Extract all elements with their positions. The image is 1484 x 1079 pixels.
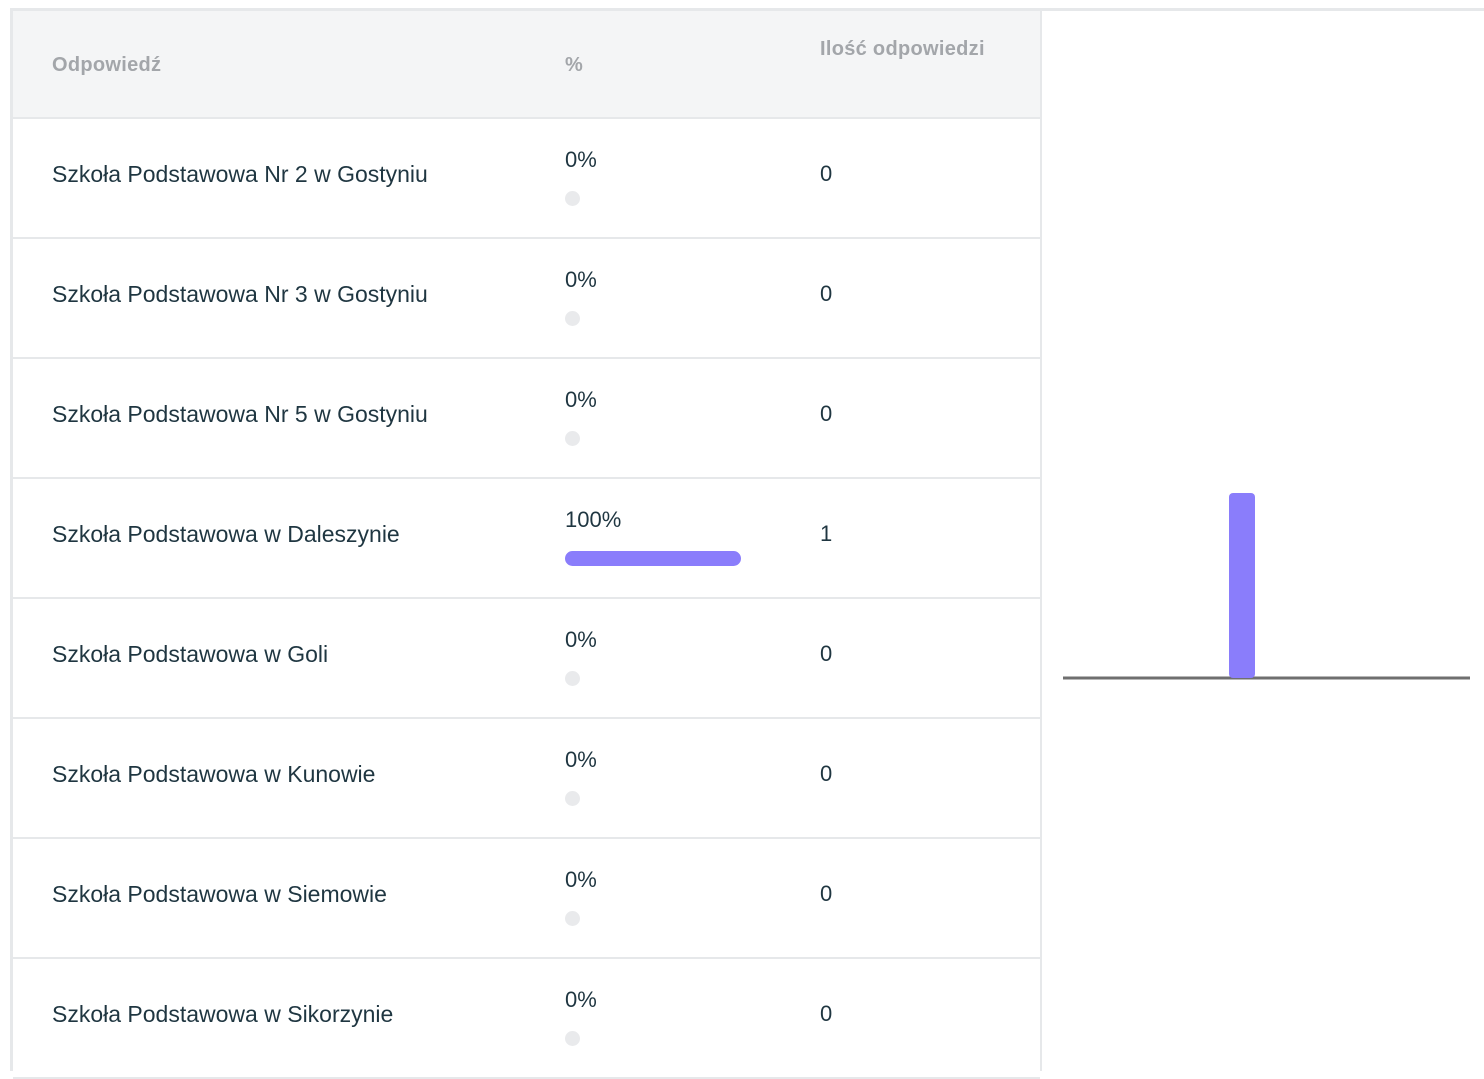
- table-header: Odpowiedź % Ilość odpowiedzi: [13, 11, 1040, 119]
- answer-label: Szkoła Podstawowa w Sikorzynie: [52, 1001, 394, 1027]
- count-value: 0: [820, 761, 833, 786]
- percent-bar: [565, 551, 741, 566]
- percent-bar-fill: [565, 431, 580, 446]
- results-chart: [1042, 11, 1484, 1071]
- count-value: 1: [820, 521, 833, 546]
- answer-label: Szkoła Podstawowa Nr 3 w Gostyniu: [52, 281, 428, 307]
- answer-label: Szkoła Podstawowa w Kunowie: [52, 761, 376, 787]
- percent-bar-fill: [565, 1031, 580, 1046]
- header-answer: Odpowiedź: [52, 54, 162, 76]
- percent-bar: [565, 671, 741, 686]
- header-percent: %: [565, 54, 584, 76]
- header-count: Ilość odpowiedzi: [820, 38, 985, 60]
- count-value: 0: [820, 401, 833, 426]
- count-value: 0: [820, 881, 833, 906]
- percent-bar: [565, 911, 741, 926]
- percent-bar-fill: [565, 311, 580, 326]
- percent-bar: [565, 791, 741, 806]
- percent-bar-fill: [565, 791, 580, 806]
- count-value: 0: [820, 641, 833, 666]
- table-row: Szkoła Podstawowa Nr 3 w Gostyniu 0% 0: [13, 239, 1040, 359]
- percent-label: 0%: [565, 387, 597, 412]
- table-row: Szkoła Podstawowa w Daleszynie 100% 1: [13, 479, 1040, 599]
- answer-label: Szkoła Podstawowa Nr 5 w Gostyniu: [52, 401, 428, 427]
- percent-bar: [565, 311, 741, 326]
- percent-label: 100%: [565, 507, 622, 532]
- answer-label: Szkoła Podstawowa w Goli: [52, 641, 329, 667]
- answer-label: Szkoła Podstawowa w Siemowie: [52, 881, 387, 907]
- percent-bar: [565, 191, 741, 206]
- percent-bar-fill: [565, 191, 580, 206]
- table-row: Szkoła Podstawowa w Goli 0% 0: [13, 599, 1040, 719]
- percent-bar-fill: [565, 671, 580, 686]
- percent-label: 0%: [565, 147, 597, 172]
- table-row: Szkoła Podstawowa w Kunowie 0% 0: [13, 719, 1040, 839]
- percent-label: 0%: [565, 627, 597, 652]
- percent-bar-fill: [565, 911, 580, 926]
- table-row: Szkoła Podstawowa w Siemowie 0% 0: [13, 839, 1040, 959]
- percent-label: 0%: [565, 747, 597, 772]
- percent-label: 0%: [565, 867, 597, 892]
- bar-chart: [1063, 493, 1470, 680]
- percent-bar: [565, 431, 741, 446]
- percent-bar-fill: [565, 551, 741, 566]
- count-value: 0: [820, 1001, 833, 1026]
- chart-bar: [1229, 493, 1255, 678]
- answer-label: Szkoła Podstawowa Nr 2 w Gostyniu: [52, 161, 428, 187]
- table-row: Szkoła Podstawowa Nr 5 w Gostyniu 0% 0: [13, 359, 1040, 479]
- table-row: Szkoła Podstawowa w Sikorzynie 0% 0: [13, 959, 1040, 1079]
- percent-bar: [565, 1031, 741, 1046]
- count-value: 0: [820, 281, 833, 306]
- table-row: Szkoła Podstawowa Nr 2 w Gostyniu 0% 0: [13, 119, 1040, 239]
- percent-label: 0%: [565, 987, 597, 1012]
- answer-label: Szkoła Podstawowa w Daleszynie: [52, 521, 400, 547]
- percent-label: 0%: [565, 267, 597, 292]
- count-value: 0: [820, 161, 833, 186]
- results-table: Odpowiedź % Ilość odpowiedzi Szkoła Pods…: [13, 11, 1040, 1079]
